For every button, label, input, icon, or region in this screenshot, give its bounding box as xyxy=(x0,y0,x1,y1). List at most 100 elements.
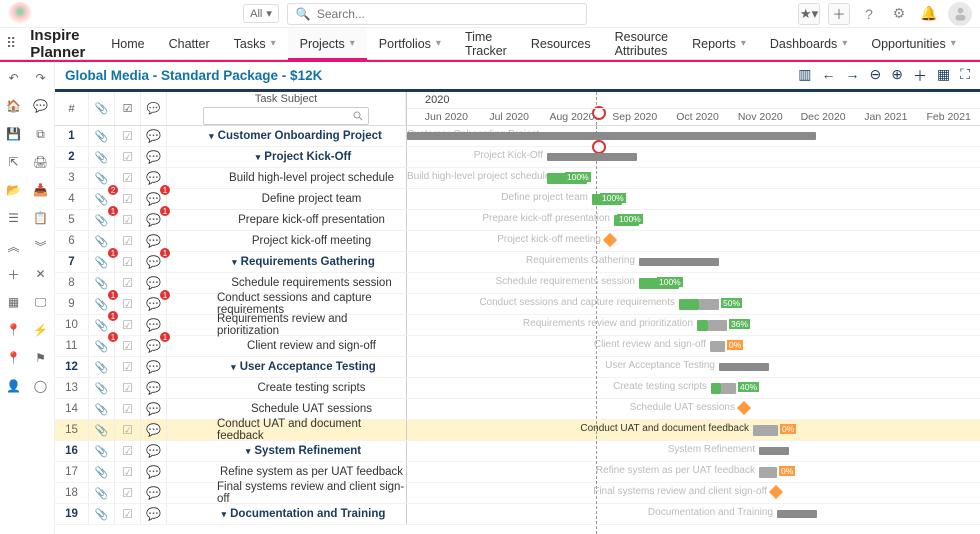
complete-icon[interactable]: ☑ xyxy=(115,273,141,293)
remaining-bar[interactable] xyxy=(753,425,778,436)
task-name-cell[interactable]: ▾Documentation and Training xyxy=(167,504,406,524)
task-row[interactable]: 10📎☑💬Requirements review and prioritizat… xyxy=(55,315,980,336)
task-name-cell[interactable]: Build high-level project schedule xyxy=(167,168,406,188)
attachment-icon[interactable]: 📎 xyxy=(89,483,115,503)
complete-icon[interactable]: ☑ xyxy=(115,252,141,272)
attachment-icon[interactable]: 📎 xyxy=(89,399,115,419)
task-name-cell[interactable]: Prepare kick-off presentation xyxy=(167,210,406,230)
attachment-icon[interactable]: 📎 xyxy=(89,126,115,146)
row-chat-icon[interactable]: 💬 xyxy=(141,126,167,146)
nav-item-time-tracker[interactable]: Time Tracker xyxy=(453,28,519,59)
copy-icon[interactable]: ⧉ xyxy=(31,124,51,144)
task-row[interactable]: 14📎☑💬Schedule UAT sessionsSchedule UAT s… xyxy=(55,399,980,420)
task-name-cell[interactable]: Conduct sessions and capture requirement… xyxy=(167,294,406,314)
complete-icon[interactable]: ☑ xyxy=(115,420,141,440)
nav-item-more[interactable]: More▾ xyxy=(968,28,980,59)
task-name-cell[interactable]: Final systems review and client sign-off xyxy=(167,483,406,503)
add-icon[interactable]: ＋ xyxy=(4,264,24,284)
remaining-bar[interactable] xyxy=(708,320,727,331)
summary-bar[interactable] xyxy=(719,363,769,371)
task-row[interactable]: 19📎☑💬▾Documentation and TrainingDocument… xyxy=(55,504,980,525)
summary-bar[interactable] xyxy=(407,132,816,140)
task-name-cell[interactable]: Schedule UAT sessions xyxy=(167,399,406,419)
complete-icon[interactable]: ☑ xyxy=(115,504,141,524)
help-icon[interactable]: ? xyxy=(858,3,880,25)
task-name-cell[interactable]: Create testing scripts xyxy=(167,378,406,398)
milestone[interactable] xyxy=(603,233,617,247)
details-icon[interactable]: 📋 xyxy=(31,208,51,228)
complete-icon[interactable]: ☑ xyxy=(115,357,141,377)
redo-icon[interactable]: ↷ xyxy=(31,68,51,88)
task-row[interactable]: 2📎☑💬▾Project Kick-OffProject Kick-Off xyxy=(55,147,980,168)
row-chat-icon[interactable]: 💬 xyxy=(141,420,167,440)
row-chat-icon[interactable]: 💬 xyxy=(141,294,167,314)
screen-icon[interactable]: 🖵 xyxy=(31,292,51,312)
notifications-icon[interactable]: 🔔 xyxy=(918,3,940,25)
home-icon[interactable]: 🏠 xyxy=(4,96,24,116)
task-row[interactable]: 4📎☑💬Define project teamDefine project te… xyxy=(55,189,980,210)
search-input[interactable] xyxy=(317,7,578,21)
task-row[interactable]: 1📎☑💬▾Customer Onboarding ProjectCustomer… xyxy=(55,126,980,147)
row-chat-icon[interactable]: 💬 xyxy=(141,210,167,230)
attachment-icon[interactable]: 📎 xyxy=(89,210,115,230)
row-chat-icon[interactable]: 💬 xyxy=(141,441,167,461)
favorites-button[interactable]: ★▾ xyxy=(798,3,820,25)
calendar-icon[interactable]: ▦ xyxy=(937,66,950,86)
task-row[interactable]: 13📎☑💬Create testing scriptsCreate testin… xyxy=(55,378,980,399)
import-icon[interactable]: 📥 xyxy=(31,180,51,200)
complete-icon[interactable]: ☑ xyxy=(115,378,141,398)
task-name-cell[interactable]: ▾Requirements Gathering xyxy=(167,252,406,272)
task-name-cell[interactable]: ▾Customer Onboarding Project xyxy=(167,126,406,146)
search-scope-select[interactable]: All ▾ xyxy=(243,4,279,23)
collapse-icon[interactable]: ▾ xyxy=(209,131,214,142)
avatar[interactable] xyxy=(948,2,972,26)
nav-item-opportunities[interactable]: Opportunities▾ xyxy=(859,28,967,59)
zoom-in-icon[interactable]: ⊕ xyxy=(891,66,903,86)
grid-icon[interactable]: ▦ xyxy=(4,292,24,312)
row-chat-icon[interactable]: 💬 xyxy=(141,504,167,524)
task-name-cell[interactable]: Refine system as per UAT feedback xyxy=(167,462,406,482)
progress-bar[interactable] xyxy=(679,299,699,310)
task-name-cell[interactable]: ▾Project Kick-Off xyxy=(167,147,406,167)
save-icon[interactable]: 💾 xyxy=(4,124,24,144)
task-row[interactable]: 16📎☑💬▾System RefinementSystem Refinement xyxy=(55,441,980,462)
export-icon[interactable]: ⇱ xyxy=(4,152,24,172)
collapse-icon[interactable]: ︽ xyxy=(4,236,24,256)
complete-icon[interactable]: ☑ xyxy=(115,399,141,419)
collapse-icon[interactable]: ▾ xyxy=(246,446,251,457)
remaining-bar[interactable] xyxy=(759,467,777,478)
nav-item-dashboards[interactable]: Dashboards▾ xyxy=(758,28,859,59)
global-search[interactable]: 🔍 xyxy=(287,3,587,25)
attachment-icon[interactable]: 📎 xyxy=(89,462,115,482)
summary-bar[interactable] xyxy=(639,258,719,266)
nav-item-portfolios[interactable]: Portfolios▾ xyxy=(367,28,453,59)
progress-bar[interactable] xyxy=(697,320,708,331)
fullscreen-icon[interactable]: ⛶ xyxy=(960,66,970,86)
complete-icon[interactable]: ☑ xyxy=(115,315,141,335)
nav-item-tasks[interactable]: Tasks▾ xyxy=(222,28,288,59)
row-chat-icon[interactable]: 💬 xyxy=(141,399,167,419)
attachment-icon[interactable]: 📎 xyxy=(89,441,115,461)
add-task-icon[interactable]: ＋ xyxy=(913,66,927,86)
task-row[interactable]: 7📎☑💬▾Requirements GatheringRequirements … xyxy=(55,252,980,273)
summary-bar[interactable] xyxy=(759,447,789,455)
list-icon[interactable]: ☰ xyxy=(4,208,24,228)
task-name-cell[interactable]: Conduct UAT and document feedback xyxy=(167,420,406,440)
nav-item-resources[interactable]: Resources xyxy=(519,28,603,59)
nav-next-icon[interactable]: → xyxy=(845,66,859,86)
task-name-cell[interactable]: Requirements review and prioritization xyxy=(167,315,406,335)
add-button[interactable]: ＋ xyxy=(828,3,850,25)
nav-item-chatter[interactable]: Chatter xyxy=(157,28,222,59)
complete-icon[interactable]: ☑ xyxy=(115,336,141,356)
org-logo[interactable] xyxy=(8,2,32,26)
attachment-icon[interactable]: 📎 xyxy=(89,357,115,377)
complete-icon[interactable]: ☑ xyxy=(115,483,141,503)
chat-icon[interactable]: 💬 xyxy=(31,96,51,116)
complete-icon[interactable]: ☑ xyxy=(115,294,141,314)
task-row[interactable]: 9📎☑💬Conduct sessions and capture require… xyxy=(55,294,980,315)
attachment-icon[interactable]: 📎 xyxy=(89,252,115,272)
summary-bar[interactable] xyxy=(777,510,817,518)
remaining-bar[interactable] xyxy=(699,299,719,310)
task-row[interactable]: 11📎☑💬Client review and sign-offClient re… xyxy=(55,336,980,357)
folder-icon[interactable]: 📂 xyxy=(4,180,24,200)
